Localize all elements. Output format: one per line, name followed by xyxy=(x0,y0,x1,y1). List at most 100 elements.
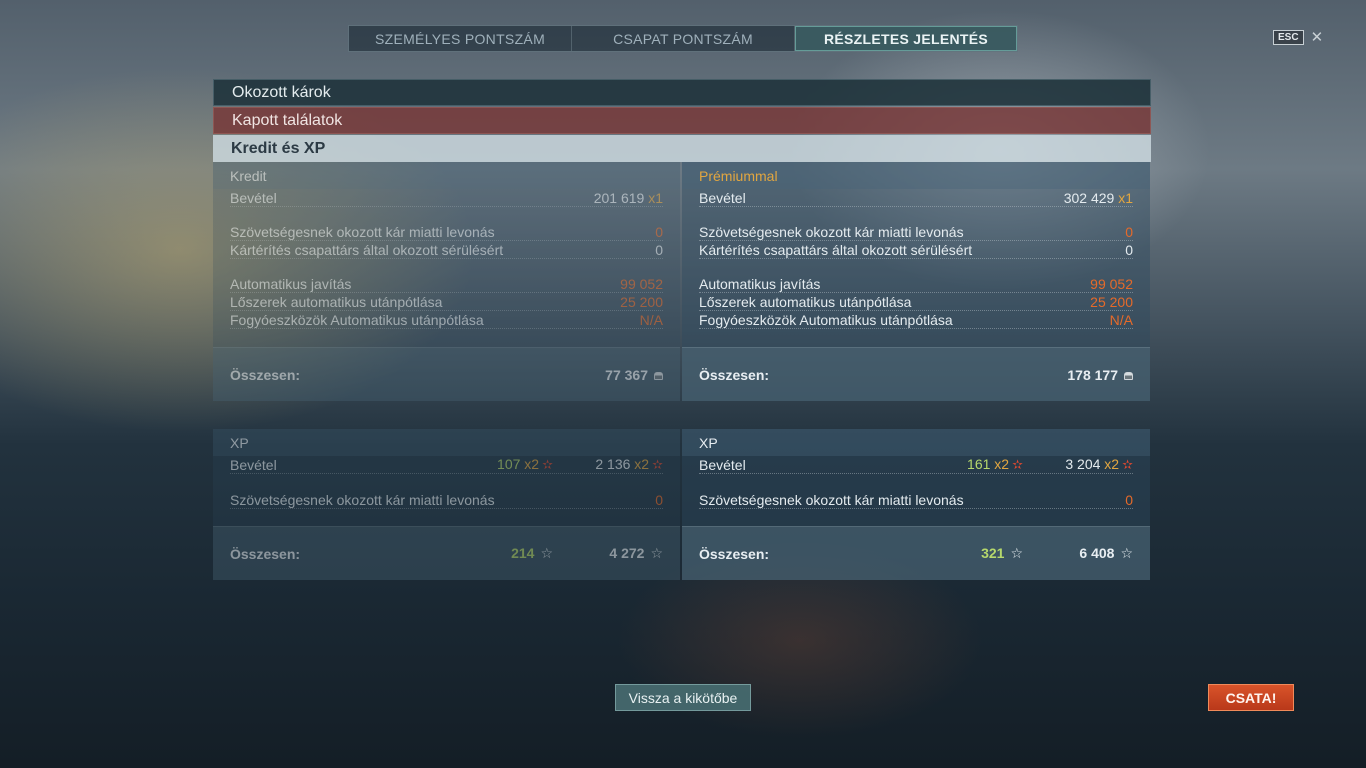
row-value-1: 107 x2 ✫ xyxy=(443,456,553,473)
row-value: 25 200 xyxy=(1090,294,1133,310)
row-value: 0 xyxy=(655,224,663,240)
total-number: 6 408 xyxy=(1079,545,1115,561)
section-hits-label: Kapott találatok xyxy=(232,111,343,129)
row-label: Fogyóeszközök Automatikus utánpótlása xyxy=(699,312,953,328)
credit-premium-ammo-row: Lőszerek automatikus utánpótlása 25 200 xyxy=(699,294,1133,311)
total-value-1: 214 ☆ xyxy=(443,545,553,562)
row-value: 0 xyxy=(655,242,663,258)
multiplier-star-icon: ✫ xyxy=(1122,457,1133,472)
total-value: 178 177 xyxy=(1067,367,1133,383)
row-value: 201 619 x1 xyxy=(594,190,663,206)
credit-premium-repair-row: Automatikus javítás 99 052 xyxy=(699,276,1133,293)
income-value: 3 204 xyxy=(1065,456,1101,472)
section-damage-dealt[interactable]: Okozott károk xyxy=(213,79,1151,106)
credit-standard-income-row: Bevétel 201 619 x1 xyxy=(230,190,663,207)
row-label: Szövetségesnek okozott kár miatti levoná… xyxy=(699,224,964,240)
income-multiplier: x2 xyxy=(1104,456,1120,472)
row-value: 99 052 xyxy=(620,276,663,292)
row-label: Fogyóeszközök Automatikus utánpótlása xyxy=(230,312,484,328)
xp-premium-title-text: XP xyxy=(699,434,718,451)
xp-standard-total-row: Összesen: 214 ☆ 4 272 ☆ xyxy=(213,526,680,580)
credit-premium-total-row: Összesen: 178 177 xyxy=(682,347,1150,401)
income-multiplier: x2 xyxy=(524,456,540,472)
tab-personal-score[interactable]: SZEMÉLYES PONTSZÁM xyxy=(349,26,572,51)
close-icon[interactable]: ✕ xyxy=(1311,30,1324,45)
row-value: N/A xyxy=(639,312,663,328)
credit-premium-compensation-row: Kártérítés csapattárs által okozott sérü… xyxy=(699,242,1133,259)
total-number: 321 xyxy=(981,545,1005,561)
row-label: Lőszerek automatikus utánpótlása xyxy=(230,294,443,310)
multiplier-star-icon: ✫ xyxy=(1012,457,1023,472)
xp-premium-panel: XP Bevétel 161 x2 ✫ 3 204 x2 ✫ Szövetséges… xyxy=(682,429,1150,580)
section-hits-received[interactable]: Kapott találatok xyxy=(213,107,1151,134)
credit-standard-title-text: Kredit xyxy=(230,167,267,184)
row-label: Szövetségesnek okozott kár miatti levoná… xyxy=(230,492,495,508)
tab-team-score[interactable]: CSAPAT PONTSZÁM xyxy=(572,26,795,51)
income-value: 201 619 xyxy=(593,190,645,206)
credit-premium-ally-damage-row: Szövetségesnek okozott kár miatti levoná… xyxy=(699,224,1133,241)
xp-standard-ally-damage-row: Szövetségesnek okozott kár miatti levoná… xyxy=(230,492,663,509)
credit-standard-title: Kredit xyxy=(213,162,680,189)
credit-premium-title: Prémiummal xyxy=(682,162,1150,189)
xp-premium-title: XP xyxy=(682,429,1150,456)
row-value: 0 xyxy=(1125,224,1133,240)
total-number: 214 xyxy=(511,545,535,561)
income-value: 2 136 xyxy=(595,456,631,472)
credit-premium-panel: Prémiummal Bevétel 302 429 x1 Szövetsége… xyxy=(682,162,1150,401)
row-value: 99 052 xyxy=(1090,276,1133,292)
xp-standard-panel: XP Bevétel 107 x2 ✫ 2 136 x2 ✫ Szövetséges… xyxy=(213,429,680,580)
credit-standard-consumables-row: Fogyóeszközök Automatikus utánpótlása N/… xyxy=(230,312,663,329)
row-label: Szövetségesnek okozott kár miatti levoná… xyxy=(230,224,495,240)
section-credit-xp[interactable]: Kredit és XP xyxy=(213,135,1151,162)
row-value: 0 xyxy=(1125,492,1133,508)
credit-standard-total-row: Összesen: 77 367 xyxy=(213,347,680,401)
row-value: 0 xyxy=(1125,242,1133,258)
xp-premium-income-row: Bevétel 161 x2 ✫ 3 204 x2 ✫ xyxy=(699,456,1133,474)
row-value: 25 200 xyxy=(620,294,663,310)
income-multiplier: x1 xyxy=(1118,190,1133,206)
tab-detailed-report[interactable]: RÉSZLETES JELENTÉS xyxy=(795,26,1017,51)
total-number: 77 367 xyxy=(605,366,648,383)
row-label: Automatikus javítás xyxy=(230,276,352,292)
result-tabs: SZEMÉLYES PONTSZÁM CSAPAT PONTSZÁM RÉSZL… xyxy=(348,25,1018,52)
credit-premium-title-text: Prémiummal xyxy=(699,167,778,184)
credit-premium-income-row: Bevétel 302 429 x1 xyxy=(699,190,1133,207)
xp-standard-title: XP xyxy=(213,429,680,456)
battle-button[interactable]: CSATA! xyxy=(1208,684,1294,711)
income-multiplier: x2 xyxy=(994,456,1010,472)
row-label: Bevétel xyxy=(699,190,746,206)
income-value: 107 xyxy=(497,456,521,472)
xp-premium-ally-damage-row: Szövetségesnek okozott kár miatti levoná… xyxy=(699,492,1133,509)
total-value-2: 4 272 ☆ xyxy=(553,545,663,562)
row-value: 0 xyxy=(655,492,663,508)
income-value: 161 xyxy=(967,456,991,472)
row-label: Kártérítés csapattárs által okozott sérü… xyxy=(230,242,504,258)
income-value: 302 429 xyxy=(1063,190,1115,206)
section-damage-label: Okozott károk xyxy=(232,83,331,101)
esc-close[interactable]: ESC ✕ xyxy=(1273,30,1323,45)
row-value: N/A xyxy=(1109,312,1133,328)
row-label: Bevétel xyxy=(230,457,277,473)
row-label: Bevétel xyxy=(699,457,746,473)
back-to-port-button[interactable]: Vissza a kikötőbe xyxy=(615,684,751,711)
xp-star-icon: ☆ xyxy=(650,545,663,561)
income-multiplier: x1 xyxy=(648,190,663,206)
total-label: Összesen: xyxy=(699,366,770,383)
credit-standard-repair-row: Automatikus javítás 99 052 xyxy=(230,276,663,293)
credit-standard-compensation-row: Kártérítés csapattárs által okozott sérü… xyxy=(230,242,663,259)
xp-star-icon: ☆ xyxy=(540,545,553,561)
row-value-2: 2 136 x2 ✫ xyxy=(553,456,663,473)
credit-standard-panel: Kredit Bevétel 201 619 x1 Szövetségesnek… xyxy=(213,162,680,401)
total-value: 77 367 xyxy=(605,367,663,383)
multiplier-star-icon: ✫ xyxy=(652,457,663,472)
multiplier-star-icon: ✫ xyxy=(542,457,553,472)
total-label: Összesen: xyxy=(699,545,770,562)
total-label: Összesen: xyxy=(230,545,301,562)
xp-star-icon: ☆ xyxy=(1120,545,1133,561)
xp-standard-income-row: Bevétel 107 x2 ✫ 2 136 x2 ✫ xyxy=(230,456,663,474)
credit-coin-icon xyxy=(1124,371,1133,380)
row-value-1: 161 x2 ✫ xyxy=(913,456,1023,473)
xp-standard-title-text: XP xyxy=(230,434,249,451)
income-multiplier: x2 xyxy=(634,456,650,472)
row-value-2: 3 204 x2 ✫ xyxy=(1023,456,1133,473)
